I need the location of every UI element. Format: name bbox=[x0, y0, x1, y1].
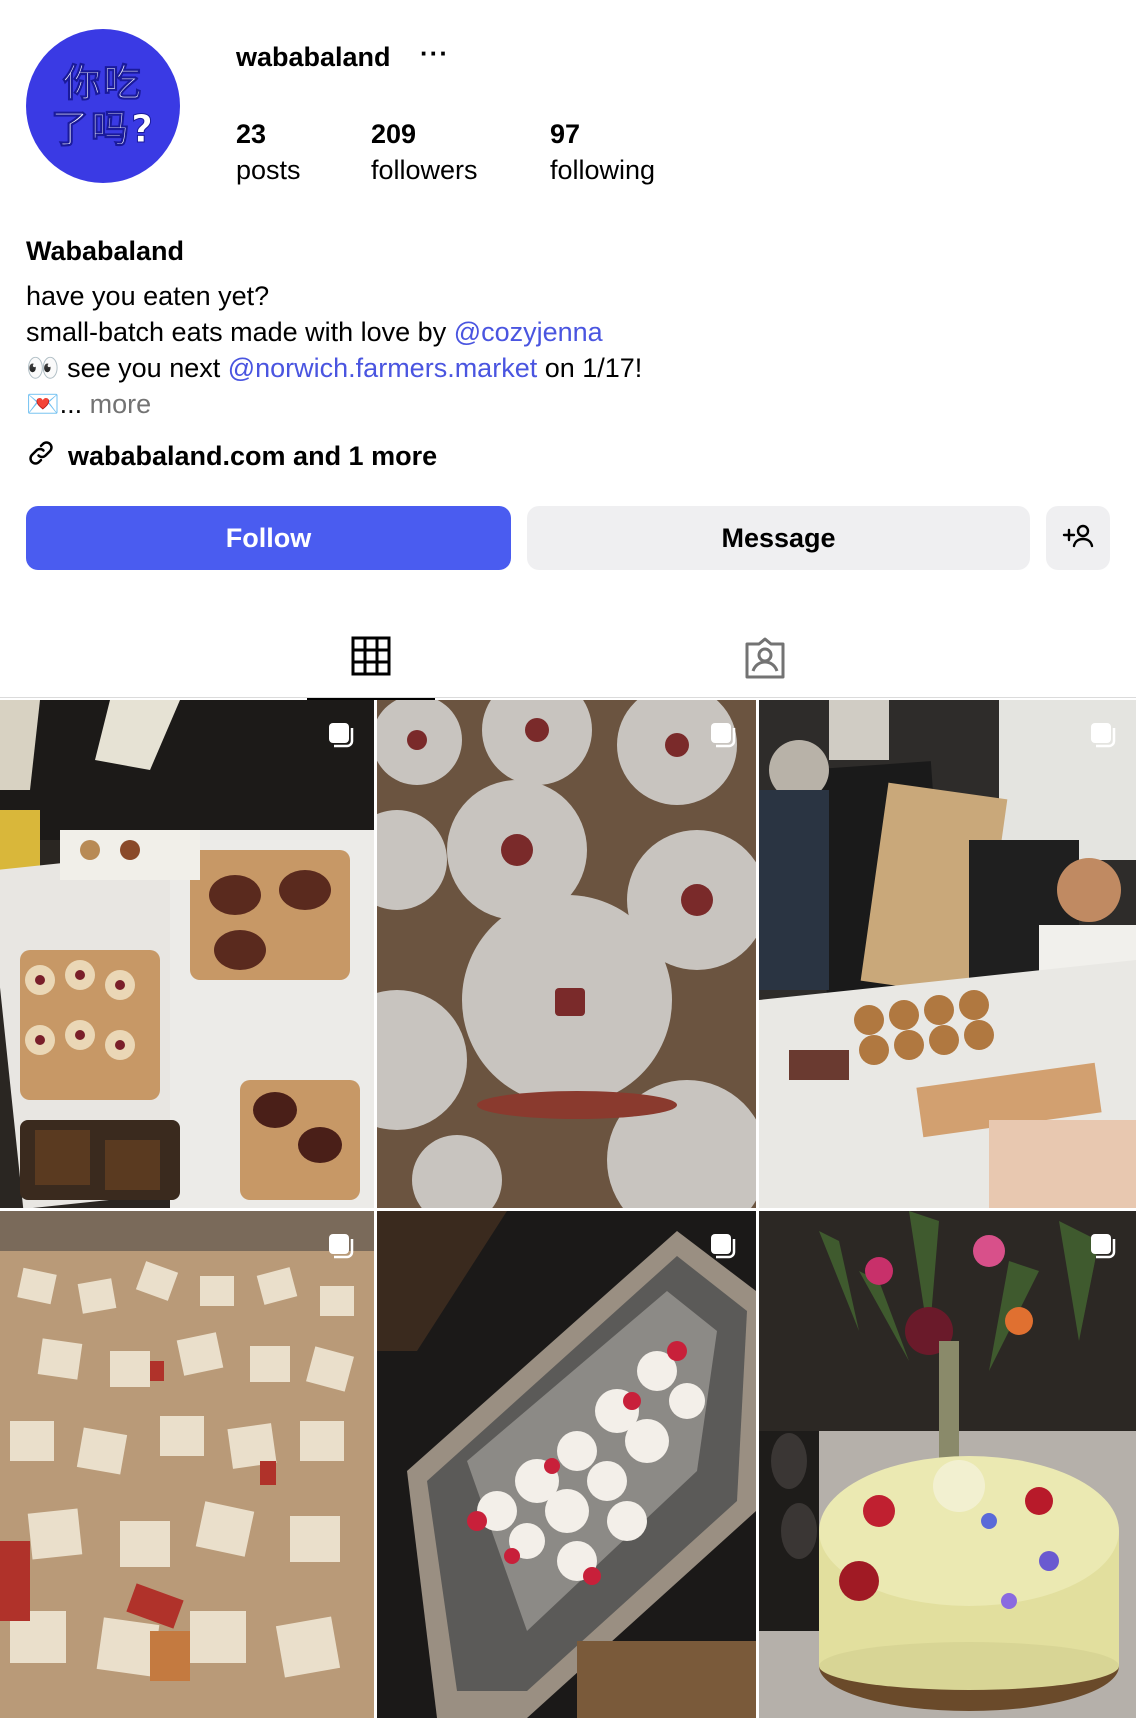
display-name: Wababaland bbox=[26, 236, 185, 266]
post-thumbnail[interactable] bbox=[0, 1211, 374, 1718]
bio-line: small-batch eats made with love by @cozy… bbox=[26, 314, 1106, 350]
link-text: wababaland.com and 1 more bbox=[68, 441, 438, 471]
post-thumbnail[interactable] bbox=[759, 1211, 1136, 1718]
carousel-icon bbox=[708, 720, 736, 748]
post-image-diced-apples bbox=[0, 1211, 374, 1718]
bio-line: 👀 see you next @norwich.farmers.market o… bbox=[26, 350, 1106, 386]
tagged-user-icon bbox=[743, 636, 787, 685]
post-image-market-boxes bbox=[0, 700, 374, 1208]
carousel-icon bbox=[326, 720, 354, 748]
carousel-icon bbox=[1088, 720, 1116, 748]
post-image-floral-cake bbox=[759, 1211, 1136, 1718]
posts-count: 23 bbox=[236, 119, 267, 149]
post-thumbnail[interactable] bbox=[0, 700, 374, 1208]
tabs-divider bbox=[0, 697, 1136, 698]
external-links[interactable]: wababaland.com and 1 more bbox=[26, 438, 437, 475]
bio-line: 💌... more bbox=[26, 386, 1106, 422]
grid-icon bbox=[351, 636, 391, 681]
stat-followers[interactable]: 209 followers bbox=[371, 116, 478, 188]
avatar-text-line1: 你吃 bbox=[62, 61, 143, 106]
bio-text: see you next bbox=[59, 353, 228, 383]
followers-count: 209 bbox=[371, 119, 417, 149]
mention-link[interactable]: @cozyjenna bbox=[454, 317, 603, 347]
post-image-market-stall bbox=[759, 700, 1136, 1208]
posts-grid bbox=[0, 700, 1136, 1718]
followers-label: followers bbox=[371, 155, 478, 185]
more-options-icon[interactable]: ··· bbox=[420, 40, 449, 66]
bio-more-link[interactable]: more bbox=[90, 389, 152, 419]
carousel-icon bbox=[326, 1231, 354, 1259]
suggest-users-button[interactable] bbox=[1046, 506, 1110, 570]
message-button[interactable]: Message bbox=[527, 506, 1030, 570]
post-image-linzer-cookies bbox=[377, 700, 756, 1208]
bio-text: on 1/17! bbox=[537, 353, 643, 383]
posts-label: posts bbox=[236, 155, 301, 185]
username: wababaland bbox=[236, 42, 391, 72]
following-count: 97 bbox=[550, 119, 581, 149]
post-thumbnail[interactable] bbox=[377, 700, 756, 1208]
post-thumbnail[interactable] bbox=[759, 700, 1136, 1208]
bio-ellipsis: ... bbox=[59, 389, 90, 419]
tab-tagged[interactable] bbox=[701, 620, 829, 700]
link-icon bbox=[26, 438, 56, 475]
tab-posts[interactable] bbox=[307, 620, 435, 700]
following-label: following bbox=[550, 155, 656, 185]
mention-link[interactable]: @norwich.farmers.market bbox=[228, 353, 537, 383]
profile-tabs bbox=[0, 620, 1136, 700]
bio: have you eaten yet? small-batch eats mad… bbox=[26, 278, 1106, 422]
bio-line: have you eaten yet? bbox=[26, 281, 270, 311]
follow-button[interactable]: Follow bbox=[26, 506, 511, 570]
profile-avatar[interactable]: 你吃 了吗? bbox=[26, 29, 180, 183]
bio-text: small-batch eats made with love by bbox=[26, 317, 454, 347]
avatar-text-line2: 了吗? bbox=[50, 107, 156, 152]
add-person-icon bbox=[1061, 521, 1095, 556]
post-thumbnail[interactable] bbox=[377, 1211, 756, 1718]
stat-following[interactable]: 97 following bbox=[550, 116, 655, 188]
stat-posts: 23 posts bbox=[236, 116, 301, 188]
eyes-emoji: 👀 bbox=[26, 353, 60, 383]
love-letter-emoji: 💌 bbox=[26, 389, 60, 419]
carousel-icon bbox=[708, 1231, 736, 1259]
post-image-sliced-radishes bbox=[377, 1211, 756, 1718]
carousel-icon bbox=[1088, 1231, 1116, 1259]
